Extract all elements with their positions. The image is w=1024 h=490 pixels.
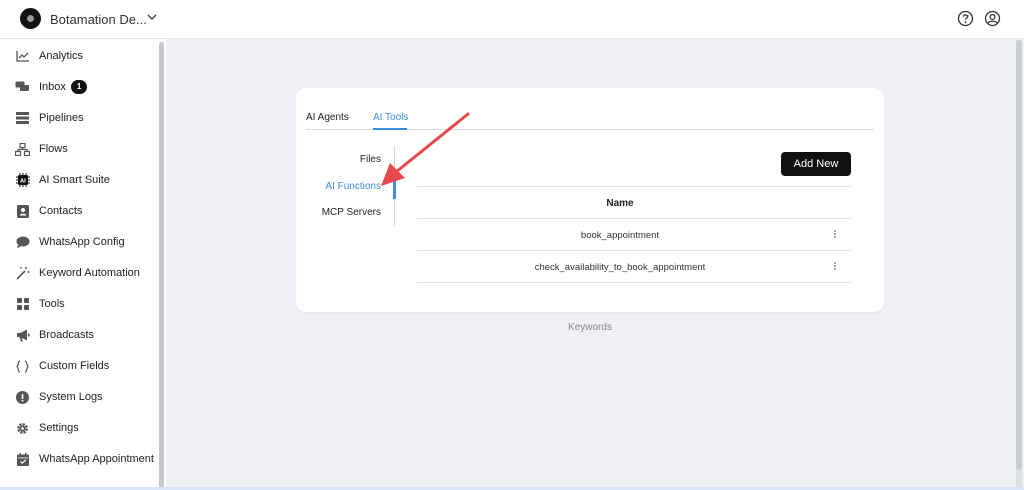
- sidebar-scrollbar[interactable]: [159, 42, 164, 488]
- flows-icon: [15, 142, 30, 157]
- sidebar-item-inbox[interactable]: Inbox 1: [15, 77, 88, 97]
- sidebar-item-custom-fields[interactable]: Custom Fields: [15, 356, 109, 376]
- tab-ai-agents[interactable]: AI Agents: [306, 112, 349, 123]
- sidebar-item-analytics[interactable]: Analytics: [15, 46, 83, 66]
- sidebar-item-label: WhatsApp Config: [39, 236, 125, 248]
- sidebar-item-label: Inbox: [39, 81, 66, 93]
- svg-text:AI: AI: [20, 178, 26, 184]
- sidebar-item-keyword-automation[interactable]: Keyword Automation: [15, 263, 140, 283]
- sidebar-item-label: Settings: [39, 422, 79, 434]
- sidebar-item-flows[interactable]: Flows: [15, 139, 68, 159]
- chat-icon: [15, 80, 30, 95]
- sidebar-item-system-logs[interactable]: System Logs: [15, 387, 103, 407]
- sidebar-item-label: Flows: [39, 143, 68, 155]
- sidebar-item-label: System Logs: [39, 391, 103, 403]
- subnav-mcp-servers[interactable]: MCP Servers: [300, 207, 381, 218]
- grid-icon: [15, 297, 30, 312]
- magic-wand-icon: [15, 266, 30, 281]
- megaphone-icon: [15, 328, 30, 343]
- sidebar-item-settings[interactable]: Settings: [15, 418, 79, 438]
- whatsapp-icon: [15, 235, 30, 250]
- alert-icon: [15, 390, 30, 405]
- sidebar-item-ai-smart-suite[interactable]: AI AI Smart Suite: [15, 170, 110, 190]
- sidebar-item-label: Broadcasts: [39, 329, 95, 341]
- sidebar-item-label: Custom Fields: [39, 360, 110, 372]
- pipelines-icon: [15, 111, 30, 126]
- sidebar-item-whatsapp-appointment[interactable]: WhatsApp Appointment: [15, 449, 154, 469]
- table-row[interactable]: book_appointment: [424, 230, 816, 241]
- table-row[interactable]: check_availability_to_book_appointment: [424, 262, 816, 273]
- sidebar-item-label: Analytics: [39, 50, 84, 62]
- row-divider: [417, 282, 851, 283]
- sidebar-item-label: WhatsApp Appointment: [39, 453, 154, 465]
- table-header-name: Name: [606, 198, 634, 209]
- sidebar-item-contacts[interactable]: Contacts: [15, 201, 82, 221]
- top-bar: Botamation De...: [0, 0, 1024, 39]
- row-menu-icon[interactable]: [834, 261, 838, 271]
- sidebar-item-label: Contacts: [39, 205, 83, 217]
- row-divider: [417, 250, 851, 251]
- annotation-arrow-icon: [381, 112, 470, 186]
- analytics-icon: [15, 49, 30, 64]
- gear-icon: [15, 421, 30, 436]
- add-new-button[interactable]: Add New: [781, 152, 851, 176]
- keywords-label[interactable]: Keywords: [540, 322, 640, 333]
- row-menu-icon[interactable]: [834, 229, 838, 239]
- table-header-divider: [417, 218, 851, 219]
- chevron-down-icon[interactable]: [146, 11, 158, 23]
- sidebar-item-label: Pipelines: [39, 112, 84, 124]
- subnav-ai-functions[interactable]: AI Functions: [300, 181, 381, 192]
- sidebar-item-label: AI Smart Suite: [39, 174, 110, 186]
- ai-chip-icon: AI: [15, 173, 30, 188]
- sidebar-item-whatsapp-config[interactable]: WhatsApp Config: [15, 232, 125, 252]
- workspace-name[interactable]: Botamation De...: [50, 12, 147, 27]
- sidebar-item-tools[interactable]: Tools: [15, 294, 65, 314]
- sidebar-item-label: Keyword Automation: [39, 267, 140, 279]
- account-circle-icon[interactable]: [984, 10, 1001, 27]
- help-circle-icon[interactable]: [957, 10, 974, 27]
- calendar-check-icon: [15, 452, 30, 467]
- main-scrollbar-thumb[interactable]: [1016, 40, 1022, 470]
- sidebar-item-pipelines[interactable]: Pipelines: [15, 108, 84, 128]
- sidebar-item-label: Tools: [39, 298, 65, 310]
- braces-icon: [15, 359, 30, 374]
- unread-badge: 1: [70, 80, 88, 94]
- table-top-divider: [417, 186, 851, 187]
- contacts-icon: [15, 204, 30, 219]
- sidebar-item-broadcasts[interactable]: Broadcasts: [15, 325, 94, 345]
- workspace-logo[interactable]: [20, 8, 41, 29]
